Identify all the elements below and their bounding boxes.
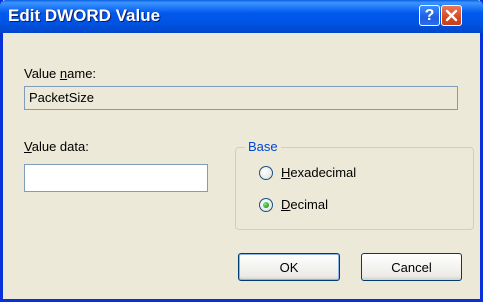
dialog-title: Edit DWORD Value (8, 6, 161, 25)
decimal-radio[interactable] (259, 198, 273, 212)
title-bar[interactable]: Edit DWORD Value ? (0, 0, 483, 33)
help-icon: ? (424, 6, 435, 24)
hexadecimal-radio[interactable] (259, 166, 273, 180)
value-name-field[interactable]: PacketSize (24, 86, 458, 110)
decimal-label[interactable]: Decimal (281, 197, 328, 212)
help-button[interactable]: ? (419, 5, 440, 26)
base-group-legend: Base (245, 139, 281, 154)
close-button[interactable] (441, 5, 462, 26)
ok-button[interactable]: OK (238, 253, 340, 281)
value-data-input[interactable] (24, 164, 208, 192)
close-icon (445, 9, 458, 22)
hexadecimal-label[interactable]: Hexadecimal (281, 165, 356, 180)
value-name-label: Value name: (24, 66, 97, 81)
cancel-button[interactable]: Cancel (361, 253, 462, 281)
radio-selected-dot (263, 202, 269, 208)
value-data-label: Value data: (24, 139, 89, 154)
base-group (235, 147, 474, 230)
